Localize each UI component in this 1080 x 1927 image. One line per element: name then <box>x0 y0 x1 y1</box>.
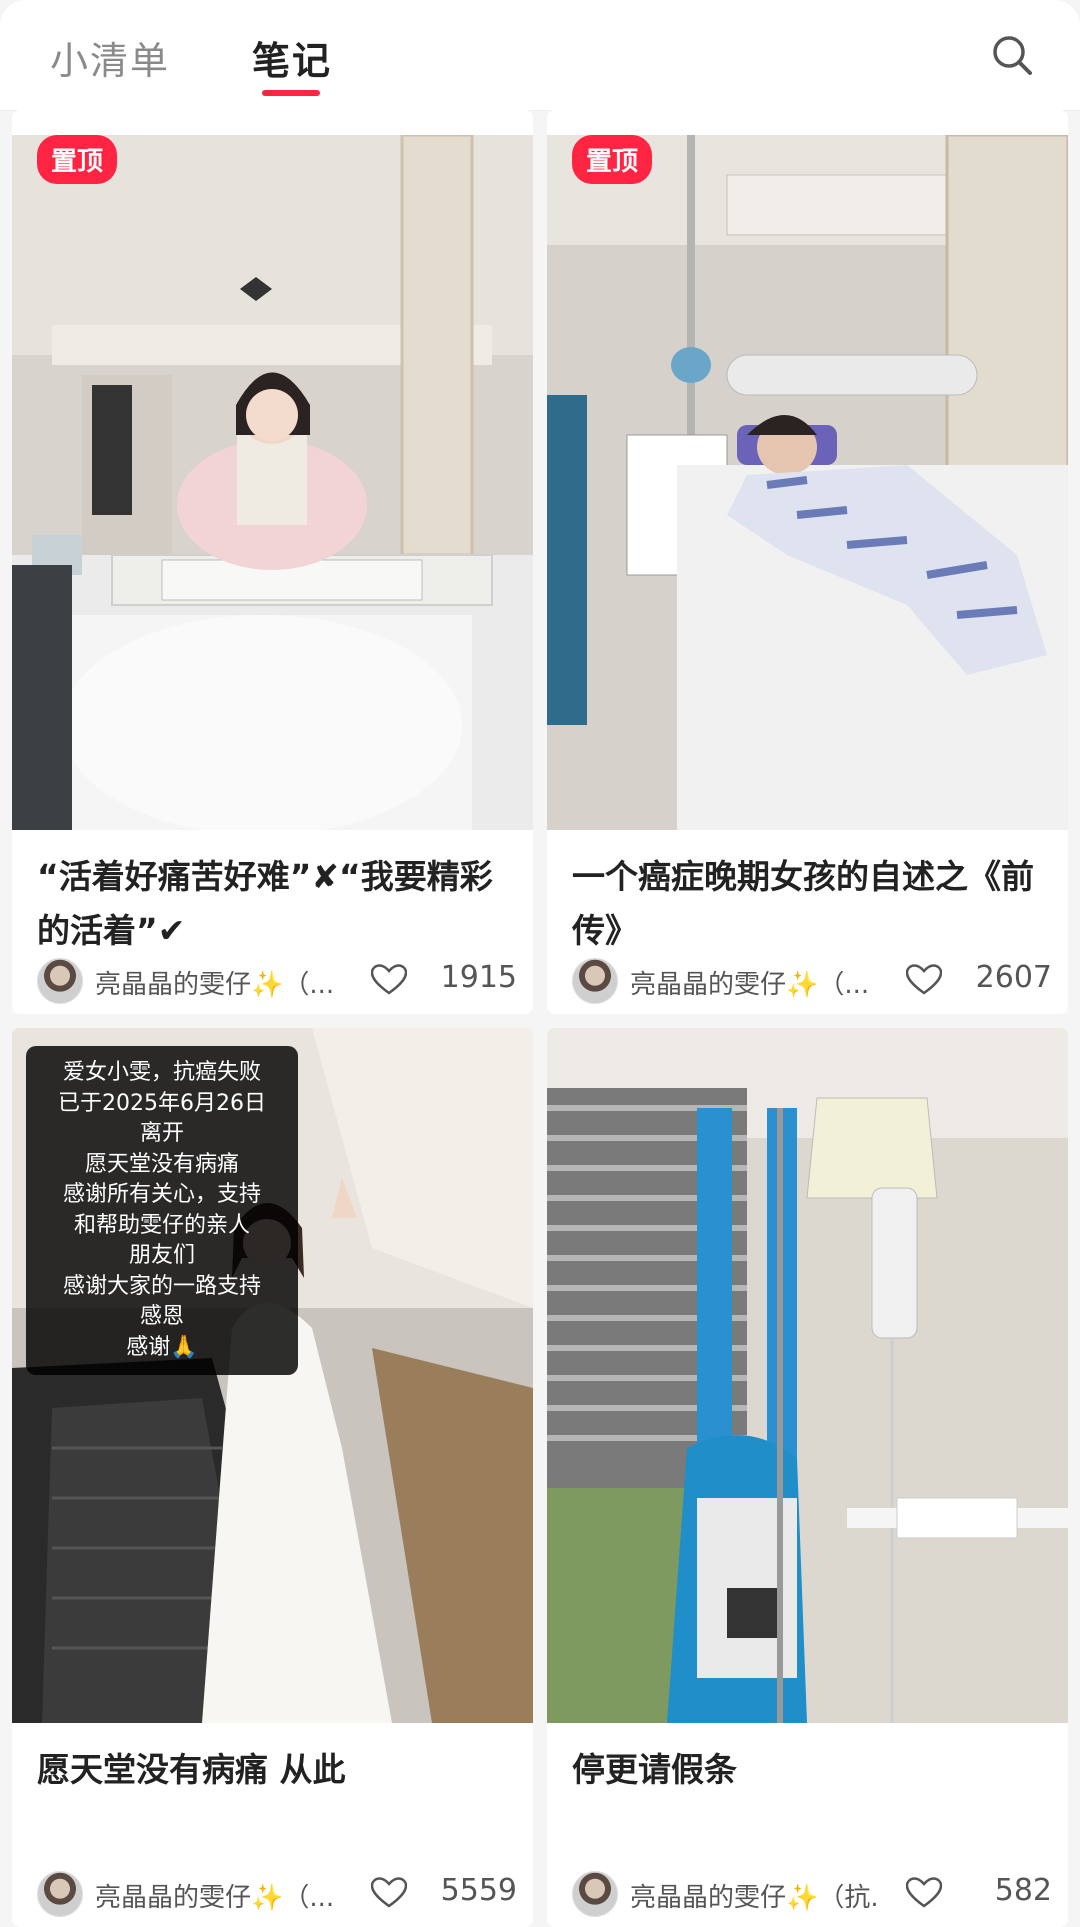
author-name[interactable]: 亮晶晶的雯仔✨（抗... <box>630 1877 880 1914</box>
note-card[interactable]: 停更请假条 亮晶晶的雯仔✨（抗... 582 <box>547 1028 1068 1927</box>
note-cover-image: 爱女小雯，抗癌失败 已于2025年6月26日 离开 愿天堂没有病痛 感谢所有关心… <box>12 1028 533 1723</box>
heart-icon[interactable] <box>371 1877 407 1909</box>
note-title: 一个癌症晚期女孩的自述之《前传》 <box>572 857 1034 950</box>
active-tab-indicator <box>262 90 320 96</box>
author-name[interactable]: 亮晶晶的雯仔✨（... <box>95 964 345 1001</box>
note-title: 停更请假条 <box>572 1750 737 1789</box>
note-title: 愿天堂没有病痛 从此 <box>37 1750 346 1789</box>
pinned-badge: 置顶 <box>37 135 118 184</box>
like-count: 2607 <box>975 960 1052 995</box>
note-cover-image <box>547 1028 1068 1723</box>
author-name[interactable]: 亮晶晶的雯仔✨（... <box>95 1877 345 1914</box>
like-count: 5559 <box>440 1873 517 1908</box>
search-button[interactable] <box>990 33 1034 77</box>
like-count: 1915 <box>440 960 517 995</box>
notes-grid: 置顶 “活着好痛苦好难”✘“我要精彩的活着”✔ 亮晶晶的雯仔✨（... 1915 <box>0 110 1080 1927</box>
note-meta: 亮晶晶的雯仔✨（... 5559 <box>37 1869 517 1917</box>
note-meta: 亮晶晶的雯仔✨（... 1915 <box>37 956 517 1004</box>
note-cover-image <box>547 135 1068 830</box>
note-title: “活着好痛苦好难”✘“我要精彩的活着”✔ <box>37 857 493 950</box>
search-icon <box>993 36 1032 75</box>
note-cover-image <box>12 135 533 830</box>
like-count: 582 <box>994 1873 1052 1908</box>
pinned-badge: 置顶 <box>572 135 653 184</box>
tab-notes[interactable]: 笔记 <box>252 30 332 85</box>
top-navigation-bar: 小清单 笔记 <box>0 0 1080 111</box>
author-name[interactable]: 亮晶晶的雯仔✨（... <box>630 964 880 1001</box>
author-avatar[interactable] <box>37 958 83 1004</box>
heart-icon[interactable] <box>906 964 942 996</box>
note-card[interactable]: 置顶 一个癌症晚期女孩的自述之《前传》 亮晶晶的雯仔✨（... 2607 <box>547 110 1068 1014</box>
author-avatar[interactable] <box>572 958 618 1004</box>
note-card[interactable]: 爱女小雯，抗癌失败 已于2025年6月26日 离开 愿天堂没有病痛 感谢所有关心… <box>12 1028 533 1927</box>
photo-caption-overlay: 爱女小雯，抗癌失败 已于2025年6月26日 离开 愿天堂没有病痛 感谢所有关心… <box>26 1046 298 1375</box>
note-meta: 亮晶晶的雯仔✨（抗... 582 <box>572 1869 1052 1917</box>
tab-checklist[interactable]: 小清单 <box>50 30 170 85</box>
heart-icon[interactable] <box>906 1877 942 1909</box>
author-avatar[interactable] <box>37 1871 83 1917</box>
author-avatar[interactable] <box>572 1871 618 1917</box>
note-meta: 亮晶晶的雯仔✨（... 2607 <box>572 956 1052 1004</box>
heart-icon[interactable] <box>371 964 407 996</box>
note-card[interactable]: 置顶 “活着好痛苦好难”✘“我要精彩的活着”✔ 亮晶晶的雯仔✨（... 1915 <box>12 110 533 1014</box>
